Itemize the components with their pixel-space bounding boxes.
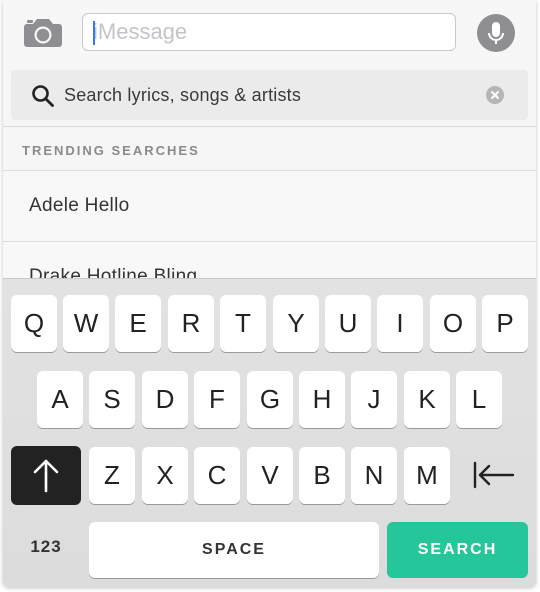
key-m[interactable]: M: [404, 447, 450, 504]
key-t[interactable]: T: [220, 295, 266, 352]
clear-icon[interactable]: [486, 86, 504, 104]
microphone-icon: [488, 22, 504, 44]
key-k[interactable]: K: [404, 371, 450, 428]
trending-item-label: Adele Hello: [29, 195, 130, 216]
microphone-button[interactable]: [477, 14, 515, 52]
key-w[interactable]: W: [63, 295, 109, 352]
backspace-icon: [473, 461, 515, 489]
key-z[interactable]: Z: [89, 447, 135, 504]
key-e[interactable]: E: [115, 295, 161, 352]
text-caret: [93, 21, 95, 45]
key-f[interactable]: F: [194, 371, 240, 428]
key-h[interactable]: H: [299, 371, 345, 428]
numbers-key[interactable]: 123: [21, 537, 71, 561]
keyboard-extension-frame: Search lyrics, songs & artists TRENDING …: [3, 0, 536, 587]
key-v[interactable]: V: [247, 447, 293, 504]
key-c[interactable]: C: [194, 447, 240, 504]
search-panel: Search lyrics, songs & artists TRENDING …: [3, 66, 536, 312]
camera-icon[interactable]: [23, 16, 63, 48]
shift-arrow-up-icon: [33, 459, 59, 493]
key-b[interactable]: B: [299, 447, 345, 504]
divider: [3, 126, 536, 127]
key-n[interactable]: N: [351, 447, 397, 504]
search-icon: [31, 84, 55, 108]
trending-item[interactable]: Adele Hello: [3, 171, 536, 242]
key-q[interactable]: Q: [11, 295, 57, 352]
space-key[interactable]: SPACE: [89, 522, 379, 578]
key-r[interactable]: R: [168, 295, 214, 352]
key-y[interactable]: Y: [273, 295, 319, 352]
keyboard: Q W E R T Y U I O P A S D F G H J K L Z …: [3, 278, 536, 587]
search-key[interactable]: SEARCH: [387, 522, 528, 578]
key-j[interactable]: J: [351, 371, 397, 428]
key-g[interactable]: G: [247, 371, 293, 428]
key-u[interactable]: U: [325, 295, 371, 352]
trending-header: TRENDING SEARCHES: [22, 143, 200, 158]
imessage-input[interactable]: [82, 13, 456, 51]
key-a[interactable]: A: [37, 371, 83, 428]
key-l[interactable]: L: [456, 371, 502, 428]
key-s[interactable]: S: [89, 371, 135, 428]
backspace-key[interactable]: [465, 446, 525, 505]
key-p[interactable]: P: [482, 295, 528, 352]
imessage-bar: [3, 0, 536, 66]
shift-key[interactable]: [11, 446, 81, 505]
key-x[interactable]: X: [142, 447, 188, 504]
search-placeholder[interactable]: Search lyrics, songs & artists: [64, 85, 301, 106]
key-i[interactable]: I: [377, 295, 423, 352]
search-bar[interactable]: Search lyrics, songs & artists: [11, 70, 528, 120]
key-d[interactable]: D: [142, 371, 188, 428]
key-o[interactable]: O: [430, 295, 476, 352]
